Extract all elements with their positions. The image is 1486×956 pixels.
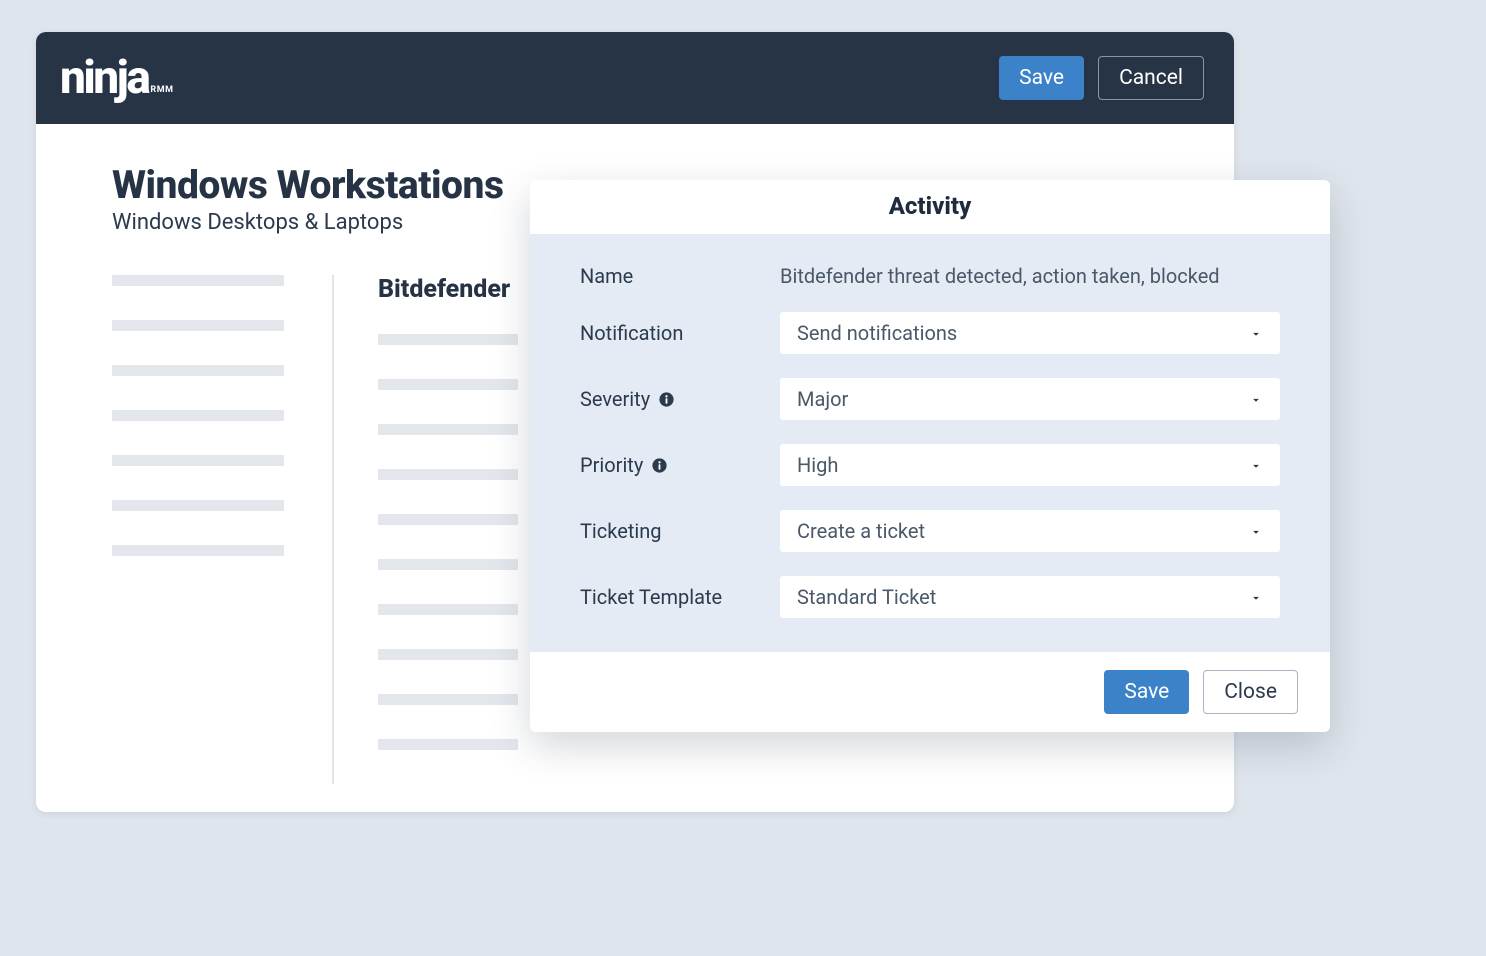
label-severity: Severity <box>580 387 780 411</box>
label-ticket-template: Ticket Template <box>580 585 780 609</box>
field-ticketing: Ticketing Create a ticket <box>580 510 1280 552</box>
chevron-down-icon <box>1249 458 1263 472</box>
list-item[interactable] <box>378 604 518 615</box>
list-item[interactable] <box>378 694 518 705</box>
chevron-down-icon <box>1249 590 1263 604</box>
list-item[interactable] <box>378 334 518 345</box>
chevron-down-icon <box>1249 392 1263 406</box>
modal-footer: Save Close <box>530 652 1330 732</box>
list-item[interactable] <box>378 424 518 435</box>
select-notification[interactable]: Send notifications <box>780 312 1280 354</box>
select-priority[interactable]: High <box>780 444 1280 486</box>
logo: ninja RMM <box>60 55 173 101</box>
label-priority: Priority <box>580 453 780 477</box>
select-severity[interactable]: Major <box>780 378 1280 420</box>
sidebar-item[interactable] <box>112 455 284 466</box>
sidebar-item[interactable] <box>112 410 284 421</box>
value-name: Bitdefender threat detected, action take… <box>780 264 1220 288</box>
activity-modal: Activity Name Bitdefender threat detecte… <box>530 180 1330 732</box>
app-header: ninja RMM Save Cancel <box>36 32 1234 124</box>
info-icon[interactable] <box>658 391 675 408</box>
modal-body: Name Bitdefender threat detected, action… <box>530 234 1330 652</box>
list-item[interactable] <box>378 559 518 570</box>
chevron-down-icon <box>1249 326 1263 340</box>
sidebar-item[interactable] <box>112 545 284 556</box>
sidebar-item[interactable] <box>112 365 284 376</box>
select-ticketing[interactable]: Create a ticket <box>780 510 1280 552</box>
field-priority: Priority High <box>580 444 1280 486</box>
chevron-down-icon <box>1249 524 1263 538</box>
header-actions: Save Cancel <box>999 56 1204 100</box>
label-text: Priority <box>580 453 643 477</box>
select-value: Send notifications <box>797 321 957 345</box>
select-value: High <box>797 453 838 477</box>
list-item[interactable] <box>378 649 518 660</box>
label-name: Name <box>580 264 780 288</box>
logo-text: ninja <box>60 55 148 101</box>
select-value: Standard Ticket <box>797 585 936 609</box>
field-severity: Severity Major <box>580 378 1280 420</box>
label-ticketing: Ticketing <box>580 519 780 543</box>
cancel-button[interactable]: Cancel <box>1098 56 1204 100</box>
label-text: Severity <box>580 387 650 411</box>
select-value: Major <box>797 387 848 411</box>
field-notification: Notification Send notifications <box>580 312 1280 354</box>
list-item[interactable] <box>378 469 518 480</box>
sidebar-item[interactable] <box>112 275 284 286</box>
save-button[interactable]: Save <box>999 56 1084 100</box>
modal-title: Activity <box>530 180 1330 234</box>
field-name: Name Bitdefender threat detected, action… <box>580 264 1280 288</box>
logo-subtext: RMM <box>150 85 173 95</box>
sidebar-item[interactable] <box>112 320 284 331</box>
list-item[interactable] <box>378 379 518 390</box>
list-item[interactable] <box>378 739 518 750</box>
select-value: Create a ticket <box>797 519 925 543</box>
sidebar-item[interactable] <box>112 500 284 511</box>
field-ticket-template: Ticket Template Standard Ticket <box>580 576 1280 618</box>
info-icon[interactable] <box>651 457 668 474</box>
label-notification: Notification <box>580 321 780 345</box>
modal-close-button[interactable]: Close <box>1203 670 1298 714</box>
modal-save-button[interactable]: Save <box>1104 670 1189 714</box>
sidebar-nav <box>112 275 332 784</box>
select-ticket-template[interactable]: Standard Ticket <box>780 576 1280 618</box>
list-item[interactable] <box>378 514 518 525</box>
